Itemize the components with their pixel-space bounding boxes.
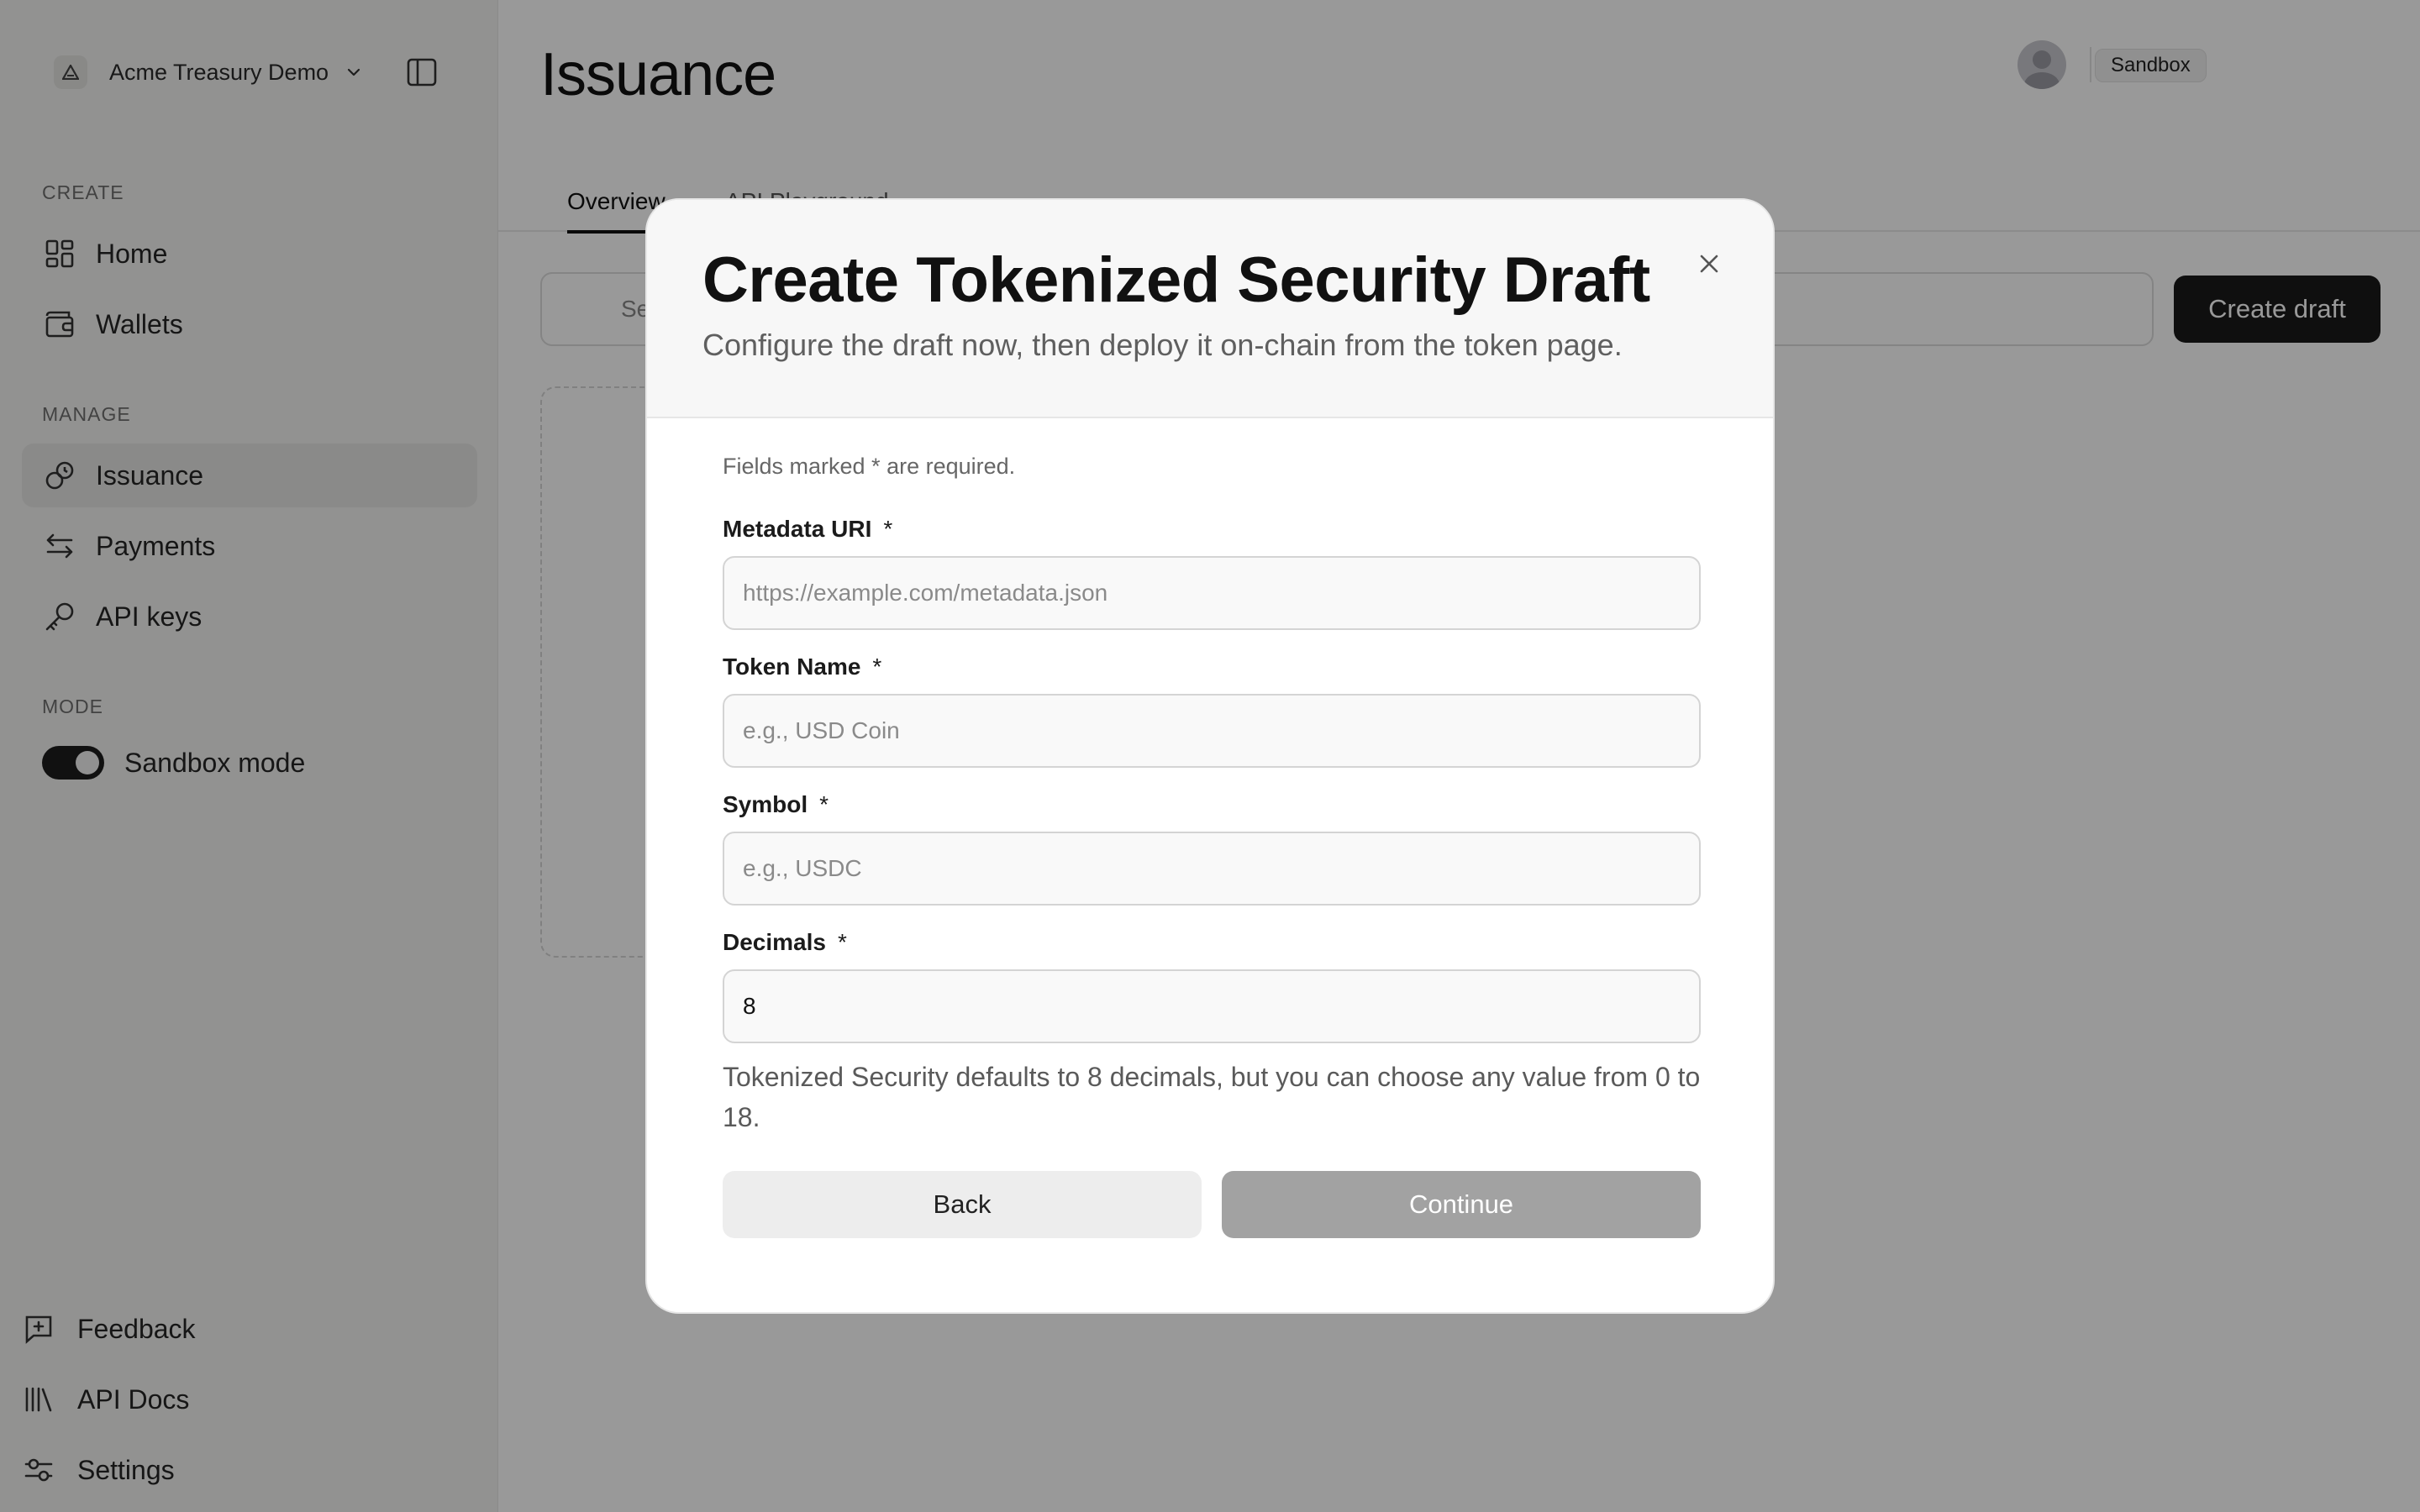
back-button[interactable]: Back (723, 1171, 1202, 1238)
continue-button[interactable]: Continue (1222, 1171, 1701, 1238)
field-label-text: Symbol (723, 791, 808, 817)
metadata-uri-input[interactable] (723, 556, 1701, 630)
field-label-text: Token Name (723, 654, 861, 680)
field-label-text: Metadata URI (723, 516, 872, 542)
create-draft-dialog: Create Tokenized Security Draft Configur… (645, 198, 1775, 1314)
dialog-header: Create Tokenized Security Draft Configur… (647, 200, 1773, 418)
required-note: Fields marked * are required. (723, 454, 1016, 479)
required-asterisk: * (837, 929, 847, 955)
required-asterisk: * (872, 654, 882, 680)
dialog-title: Create Tokenized Security Draft (702, 244, 1650, 316)
required-asterisk: * (883, 516, 893, 542)
token-name-label: Token Name * (723, 654, 881, 680)
decimals-label: Decimals * (723, 929, 847, 956)
dialog-subtitle: Configure the draft now, then deploy it … (702, 328, 1623, 362)
symbol-input[interactable] (723, 832, 1701, 906)
decimals-input[interactable] (723, 969, 1701, 1043)
close-icon[interactable] (1692, 247, 1726, 281)
field-label-text: Decimals (723, 929, 826, 955)
metadata-uri-label: Metadata URI * (723, 516, 892, 543)
required-asterisk: * (819, 791, 829, 817)
token-name-input[interactable] (723, 694, 1701, 768)
symbol-label: Symbol * (723, 791, 829, 818)
decimals-helper-text: Tokenized Security defaults to 8 decimal… (723, 1062, 1701, 1132)
